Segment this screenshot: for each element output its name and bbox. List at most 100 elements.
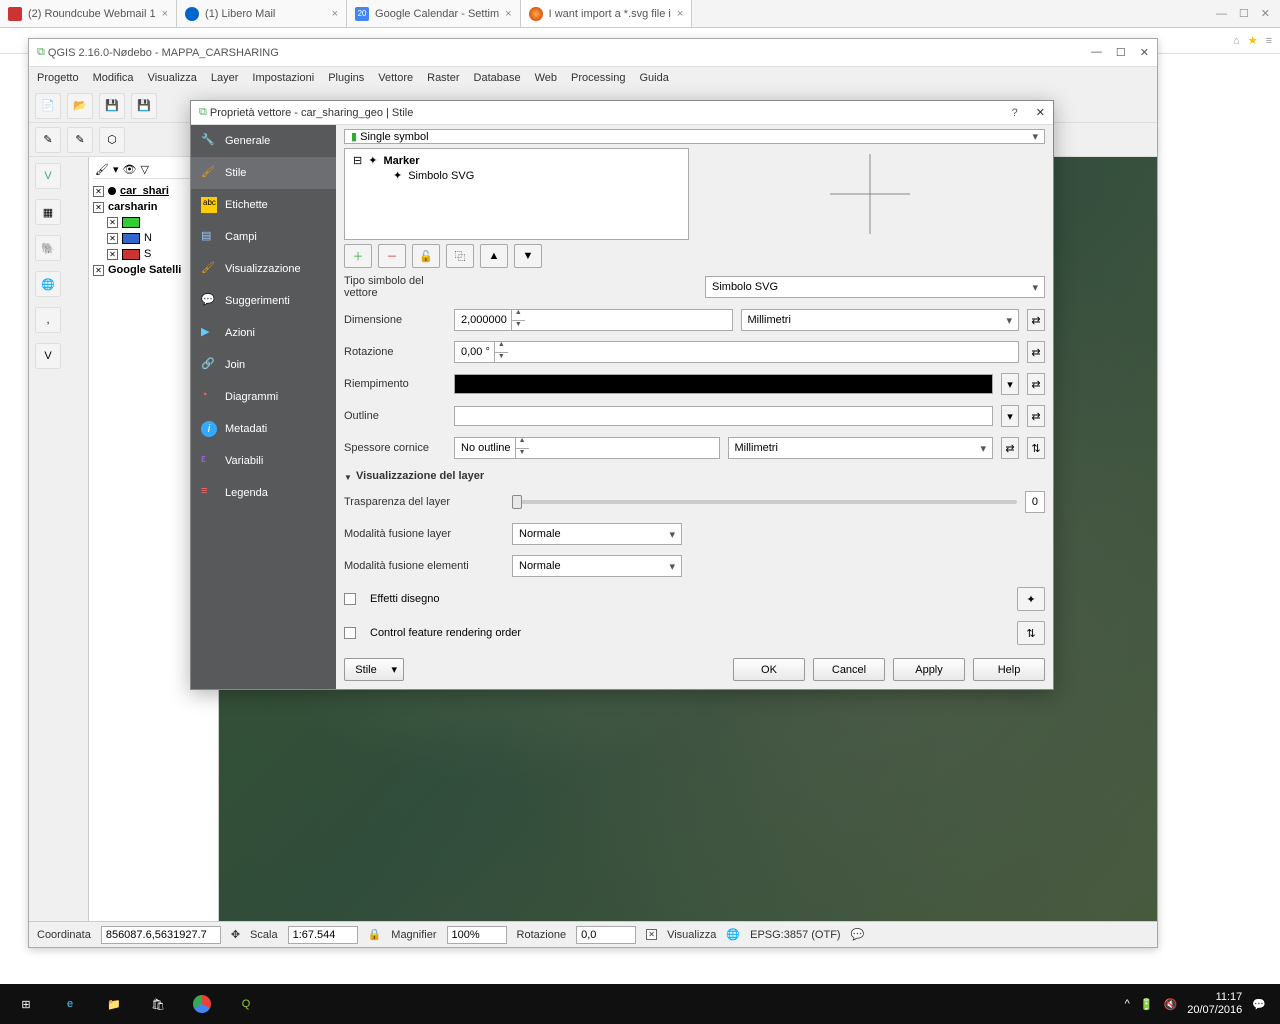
sidebar-suggerimenti[interactable]: 💬Suggerimenti <box>191 285 336 317</box>
viz-section-header[interactable]: Visualizzazione del layer <box>344 466 1045 484</box>
menu-database[interactable]: Database <box>474 72 521 84</box>
minimize-icon[interactable]: — <box>1091 46 1102 59</box>
color-dropdown-icon[interactable]: ▾ <box>1001 405 1019 427</box>
close-icon[interactable]: ✕ <box>1140 46 1149 59</box>
help-icon[interactable]: ? <box>1012 107 1018 119</box>
blend-feature-combo[interactable]: Normale <box>512 555 682 577</box>
filter-icon[interactable]: 🖌 <box>95 163 109 176</box>
lock-symbol-button[interactable]: 🔓 <box>412 244 440 268</box>
messages-icon[interactable]: 💬 <box>851 928 865 941</box>
rotation-input[interactable]: 0,00 °▲▼ <box>454 341 1019 363</box>
close-icon[interactable]: × <box>162 8 168 20</box>
cancel-button[interactable]: Cancel <box>813 658 885 681</box>
scale-input[interactable] <box>288 926 358 944</box>
new-project-icon[interactable]: 📄 <box>35 93 61 119</box>
data-defined-icon[interactable]: ⇄ <box>1027 373 1045 395</box>
maximize-icon[interactable]: ☐ <box>1239 7 1249 20</box>
minimize-icon[interactable]: — <box>1216 8 1227 20</box>
sidebar-azioni[interactable]: ▶Azioni <box>191 317 336 349</box>
sidebar-stile[interactable]: 🖌Stile <box>191 157 336 189</box>
data-defined-icon[interactable]: ⇄ <box>1027 341 1045 363</box>
blend-layer-combo[interactable]: Normale <box>512 523 682 545</box>
menu-impostazioni[interactable]: Impostazioni <box>252 72 314 84</box>
add-wms-icon[interactable]: 🌐 <box>35 271 61 297</box>
sidebar-diagrammi[interactable]: ◔Diagrammi <box>191 381 336 413</box>
transparency-value[interactable]: 0 <box>1025 491 1045 513</box>
close-icon[interactable]: × <box>332 8 338 20</box>
menu-icon[interactable]: ≡ <box>1266 35 1272 47</box>
menu-layer[interactable]: Layer <box>211 72 239 84</box>
tray-up-icon[interactable]: ^ <box>1125 998 1130 1010</box>
style-button[interactable]: Stile <box>344 658 404 681</box>
remove-symbol-button[interactable]: － <box>378 244 406 268</box>
menu-raster[interactable]: Raster <box>427 72 459 84</box>
thickness-input[interactable]: No outline▲▼ <box>454 437 720 459</box>
data-defined-icon[interactable]: ⇅ <box>1027 437 1045 459</box>
outline-color[interactable] <box>454 406 993 426</box>
clock[interactable]: 11:17 20/07/2016 <box>1187 991 1242 1017</box>
menu-vettore[interactable]: Vettore <box>378 72 413 84</box>
funnel-icon[interactable]: ▽ <box>140 163 148 176</box>
ok-button[interactable]: OK <box>733 658 805 681</box>
tab-roundcube[interactable]: (2) Roundcube Webmail 1× <box>0 0 177 27</box>
pencil-icon[interactable]: ✎ <box>35 127 61 153</box>
menu-processing[interactable]: Processing <box>571 72 625 84</box>
edge-icon[interactable]: e <box>48 984 92 1024</box>
sidebar-metadati[interactable]: iMetadati <box>191 413 336 445</box>
volume-icon[interactable]: 🔇 <box>1164 998 1178 1011</box>
battery-icon[interactable]: 🔋 <box>1140 998 1154 1011</box>
sidebar-etichette[interactable]: abcEtichette <box>191 189 336 221</box>
help-button[interactable]: Help <box>973 658 1045 681</box>
sidebar-campi[interactable]: ▤Campi <box>191 221 336 253</box>
copy-symbol-button[interactable]: ⿻ <box>446 244 474 268</box>
add-vector-icon[interactable]: V <box>35 163 61 189</box>
close-icon[interactable]: ✕ <box>1036 106 1045 119</box>
menu-web[interactable]: Web <box>535 72 557 84</box>
coord-input[interactable] <box>101 926 221 944</box>
symbol-type-select[interactable]: Simbolo SVG <box>705 276 1045 298</box>
qgis-task-icon[interactable]: Q <box>224 984 268 1024</box>
add-symbol-button[interactable]: ＋ <box>344 244 372 268</box>
sidebar-generale[interactable]: 🔧Generale <box>191 125 336 157</box>
notifications-icon[interactable]: 💬 <box>1252 998 1266 1011</box>
start-button[interactable]: ⊞ <box>4 984 48 1024</box>
save-as-icon[interactable]: 💾 <box>131 93 157 119</box>
add-postgis-icon[interactable]: 🐘 <box>35 235 61 261</box>
close-icon[interactable]: ✕ <box>1261 7 1270 20</box>
eye-icon[interactable]: 👁 <box>123 163 137 176</box>
save-icon[interactable]: 💾 <box>99 93 125 119</box>
node-icon[interactable]: ⬡ <box>99 127 125 153</box>
sidebar-variabili[interactable]: εVariabili <box>191 445 336 477</box>
transparency-slider[interactable] <box>512 500 1017 504</box>
new-shapefile-icon[interactable]: V <box>35 343 61 369</box>
edit-icon[interactable]: ✎ <box>67 127 93 153</box>
dimension-unit[interactable]: Millimetri <box>741 309 1020 331</box>
dimension-input[interactable]: 2,000000▲▼ <box>454 309 733 331</box>
tab-libero[interactable]: (1) Libero Mail× <box>177 0 347 27</box>
maximize-icon[interactable]: ☐ <box>1116 46 1126 59</box>
star-icon[interactable]: ★ <box>1248 34 1258 47</box>
move-down-button[interactable]: ▼ <box>514 244 542 268</box>
symbol-type-combo[interactable]: ▮ Single symbol <box>344 129 1045 144</box>
data-defined-icon[interactable]: ⇄ <box>1027 309 1045 331</box>
thickness-unit[interactable]: Millimetri <box>728 437 994 459</box>
menu-progetto[interactable]: Progetto <box>37 72 79 84</box>
effects-checkbox[interactable] <box>344 593 356 605</box>
magnifier-input[interactable] <box>447 926 507 944</box>
menu-modifica[interactable]: Modifica <box>93 72 134 84</box>
chrome-icon[interactable] <box>180 984 224 1024</box>
render-order-config-icon[interactable]: ⇅ <box>1017 621 1045 645</box>
color-dropdown-icon[interactable]: ▾ <box>1001 373 1019 395</box>
sidebar-visualizzazione[interactable]: 🖌Visualizzazione <box>191 253 336 285</box>
fill-color[interactable] <box>454 374 993 394</box>
data-defined-icon[interactable]: ⇄ <box>1027 405 1045 427</box>
expand-icon[interactable]: ▾ <box>113 163 119 176</box>
render-order-checkbox[interactable] <box>344 627 356 639</box>
store-icon[interactable]: 🛍 <box>136 984 180 1024</box>
tab-svg[interactable]: I want import a *.svg file i× <box>521 0 693 27</box>
add-raster-icon[interactable]: ▦ <box>35 199 61 225</box>
crs-icon[interactable]: 🌐 <box>726 928 740 941</box>
apply-button[interactable]: Apply <box>893 658 965 681</box>
menu-plugins[interactable]: Plugins <box>328 72 364 84</box>
menu-visualizza[interactable]: Visualizza <box>148 72 197 84</box>
